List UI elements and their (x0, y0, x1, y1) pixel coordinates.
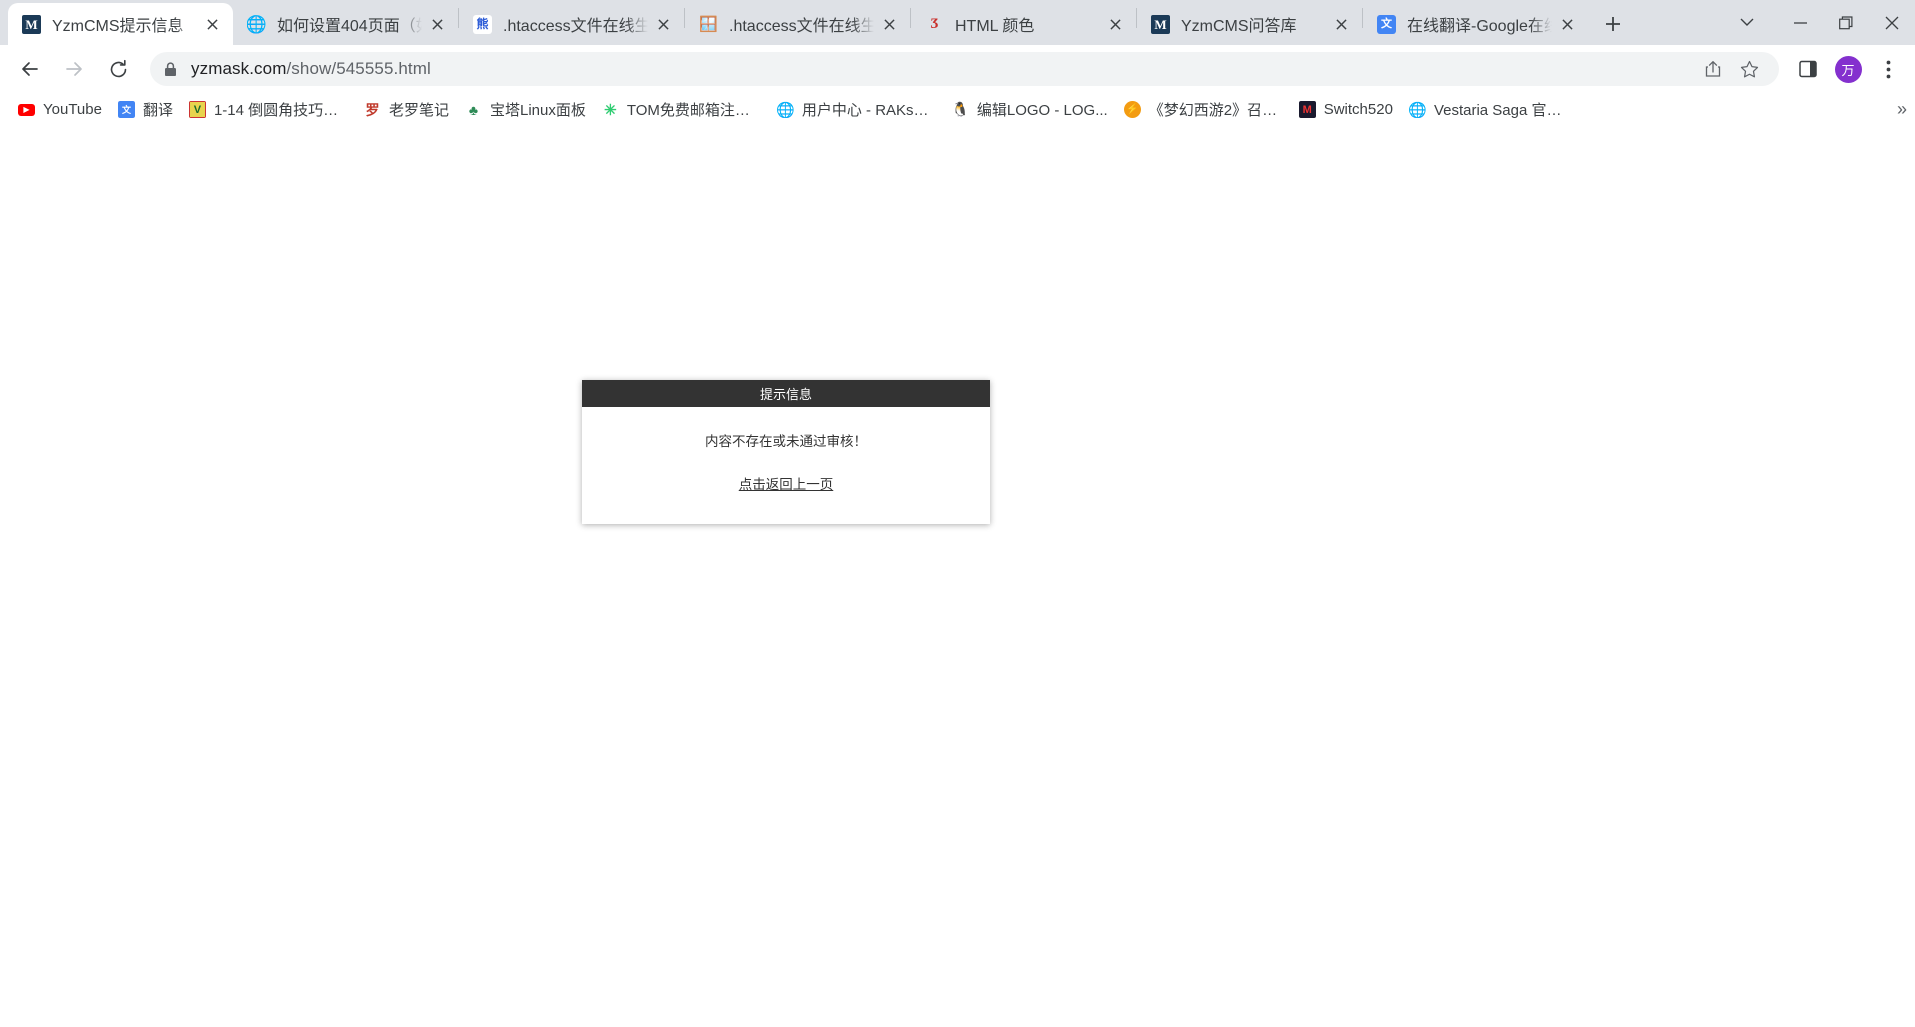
tab-yzmcms-notice[interactable]: M YzmCMS提示信息 (8, 3, 233, 45)
star-icon[interactable] (1733, 53, 1765, 85)
tab-htaccess-baidu[interactable]: 熊 .htaccess文件在线生成 (459, 3, 684, 45)
bookmark-vestaria-saga[interactable]: 🌐 Vestaria Saga 官方... (1401, 96, 1576, 124)
youtube-icon: ▶ (18, 101, 35, 118)
bookmark-label: 编辑LOGO - LOG... (976, 102, 1108, 119)
back-button[interactable] (11, 50, 49, 88)
bookmark-label: Vestaria Saga 官方... (1433, 102, 1568, 119)
profile-avatar[interactable]: 万 (1829, 50, 1867, 88)
tab-title: HTML 颜色 (955, 18, 1035, 35)
bookmarks-overflow-button[interactable]: » (1897, 99, 1907, 120)
translate-icon: 文 (117, 101, 135, 118)
w3school-icon: Ӡ (930, 15, 939, 32)
minimize-button[interactable] (1777, 0, 1823, 45)
omnibox-actions (1693, 53, 1765, 85)
three-dot-menu-icon[interactable] (1869, 50, 1907, 88)
back-to-previous-page-link[interactable]: 点击返回上一页 (739, 473, 834, 493)
vray-icon: V (188, 101, 206, 118)
bookmark-label: TOM免费邮箱注册... (626, 102, 761, 119)
bookmark-label: 1-14 倒圆角技巧（... (213, 102, 348, 119)
dialog-message: 内容不存在或未通过审核！ (705, 434, 867, 449)
tab-htaccess-generator[interactable]: 🪟 .htaccess文件在线生成 (685, 3, 910, 45)
bookmark-youtube[interactable]: ▶ YouTube (10, 96, 110, 124)
close-icon[interactable] (426, 13, 448, 35)
windows-icon: 🪟 (699, 15, 718, 33)
tab-strip: M YzmCMS提示信息 🌐 如何设置404页面（如 熊 .htaccess文件… (0, 0, 1915, 45)
dialog-title: 提示信息 (759, 387, 812, 402)
bookmarks-bar: ▶ YouTube 文 翻译 V 1-14 倒圆角技巧（... 罗 老罗笔记 ♣… (0, 93, 1915, 127)
switch520-icon: M (1298, 101, 1316, 118)
close-icon[interactable] (1556, 13, 1578, 35)
tab-title: YzmCMS提示信息 (52, 18, 184, 35)
baidu-icon: 熊 (473, 14, 492, 34)
new-tab-button[interactable] (1596, 7, 1630, 41)
bookmark-luoluo-notes[interactable]: 罗 老罗笔记 (356, 96, 457, 124)
logo-editor-icon: 🐧 (951, 101, 969, 117)
yzmcms-logo-icon: M (22, 14, 41, 34)
browser-window: M YzmCMS提示信息 🌐 如何设置404页面（如 熊 .htaccess文件… (0, 0, 1915, 1027)
chevron-down-icon[interactable] (1717, 0, 1777, 45)
tab-html-colors[interactable]: Ӡ HTML 颜色 (911, 3, 1136, 45)
bookmark-menghuan-xiyou[interactable]: ⚡ 《梦幻西游2》召唤... (1116, 96, 1291, 124)
tab-title: 在线翻译-Google在线 (1407, 18, 1552, 35)
bookmark-logo-editor[interactable]: 🐧 编辑LOGO - LOG... (944, 96, 1116, 124)
menghuan-icon: ⚡ (1123, 101, 1141, 118)
avatar: 万 (1834, 55, 1862, 83)
bookmark-tom-mail[interactable]: ✳ TOM免费邮箱注册... (594, 96, 769, 124)
bookmark-label: 翻译 (142, 102, 173, 119)
tab-yzmcms-qa[interactable]: M YzmCMS问答库 (1137, 3, 1362, 45)
dialog-header: 提示信息 (582, 380, 990, 407)
window-controls (1717, 0, 1915, 45)
tab-404-page[interactable]: 🌐 如何设置404页面（如 (233, 3, 458, 45)
tab-title: .htaccess文件在线生成 (729, 18, 874, 35)
bookmark-label: 用户中心 - RAKsm... (801, 102, 936, 119)
bookmark-translate[interactable]: 文 翻译 (110, 96, 181, 124)
side-panel-icon[interactable] (1789, 50, 1827, 88)
browser-toolbar: yzmask.com/show/545555.html 万 (0, 45, 1915, 93)
reload-button[interactable] (99, 50, 137, 88)
bt-panel-icon: ♣ (468, 101, 479, 118)
bookmark-fillet-tips[interactable]: V 1-14 倒圆角技巧（... (181, 96, 356, 124)
tom-mail-icon: ✳ (604, 101, 617, 119)
tabs-container: M YzmCMS提示信息 🌐 如何设置404页面（如 熊 .htaccess文件… (8, 0, 1588, 45)
tab-title: YzmCMS问答库 (1181, 18, 1297, 35)
url-text: yzmask.com/show/545555.html (191, 59, 431, 79)
tab-title: .htaccess文件在线生成 (503, 18, 648, 35)
bookmark-raksmart[interactable]: 🌐 用户中心 - RAKsm... (769, 96, 944, 124)
bookmark-label: YouTube (43, 101, 102, 118)
bookmark-switch520[interactable]: M Switch520 (1291, 96, 1401, 124)
bookmark-bt-panel[interactable]: ♣ 宝塔Linux面板 (457, 96, 594, 124)
globe-icon: 🌐 (1408, 101, 1426, 119)
tab-google-translate[interactable]: 文 在线翻译-Google在线 (1363, 3, 1588, 45)
url-host: yzmask.com (191, 59, 287, 78)
address-bar[interactable]: yzmask.com/show/545555.html (150, 52, 1779, 86)
tab-title: 如何设置404页面（如 (277, 18, 422, 35)
globe-icon: 🌐 (247, 14, 266, 34)
forward-button[interactable] (55, 50, 93, 88)
notice-dialog: 提示信息 内容不存在或未通过审核！ 点击返回上一页 (582, 380, 990, 524)
yzmcms-logo-icon: M (1151, 14, 1170, 34)
close-icon[interactable] (1104, 13, 1126, 35)
close-icon[interactable] (652, 13, 674, 35)
close-window-button[interactable] (1869, 0, 1915, 45)
close-icon[interactable] (1330, 13, 1352, 35)
share-icon[interactable] (1697, 53, 1729, 85)
page-content: 提示信息 内容不存在或未通过审核！ 点击返回上一页 (0, 127, 1915, 1027)
bookmark-label: 老罗笔记 (388, 102, 449, 119)
close-icon[interactable] (878, 13, 900, 35)
globe-icon: 🌐 (776, 101, 794, 119)
dialog-body: 内容不存在或未通过审核！ 点击返回上一页 (582, 407, 990, 524)
google-translate-icon: 文 (1377, 14, 1396, 34)
bookmark-label: 宝塔Linux面板 (489, 102, 586, 119)
luoluo-icon: 罗 (365, 101, 380, 118)
bookmark-label: 《梦幻西游2》召唤... (1148, 102, 1283, 119)
maximize-button[interactable] (1823, 0, 1869, 45)
url-path: /show/545555.html (286, 59, 431, 78)
bookmark-label: Switch520 (1323, 101, 1393, 118)
lock-icon (164, 61, 177, 77)
close-icon[interactable] (201, 13, 223, 35)
